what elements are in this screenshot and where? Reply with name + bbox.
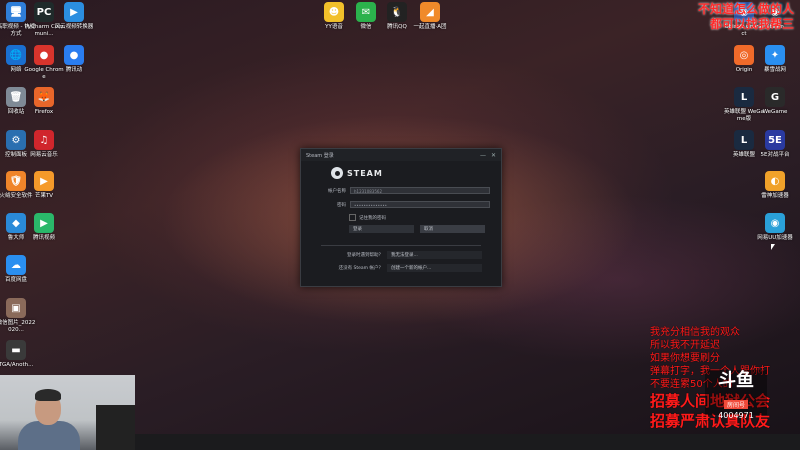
overlay-line: 都可以找我帮三: [709, 17, 794, 31]
desktop-icon-label: TGA/Anoth...: [0, 362, 34, 368]
account-name-input[interactable]: h1231083562: [350, 187, 490, 194]
desktop-app-icon: ☁: [6, 255, 26, 275]
desktop-app-icon: 🦊: [34, 87, 54, 107]
overlay-line: 如果你想要刷分: [650, 353, 720, 364]
password-label: 密码: [337, 202, 346, 208]
desktop-app-icon: 5E: [765, 130, 785, 150]
dialog-title: Steam 登录: [306, 152, 334, 159]
desktop-icon-label: 风云视频转换器: [54, 24, 94, 30]
help-prompt: 登录时遇到帮助？: [347, 253, 383, 258]
desktop-app-icon: ◎: [734, 45, 754, 65]
desktop-app-icon: ✦: [765, 45, 785, 65]
desktop-app-icon: ✉: [356, 2, 376, 22]
desktop-app-icon: PC: [34, 2, 54, 22]
desktop-app-icon: 🛡: [6, 171, 26, 191]
desktop-app-icon: G: [765, 87, 785, 107]
desktop-icon-label: 腾讯视频: [32, 235, 55, 241]
douyu-watermark: 斗鱼 房间号 4004971: [705, 370, 767, 420]
desktop-app-icon: ◆: [6, 213, 26, 233]
douyu-logo: 斗鱼: [718, 370, 754, 391]
desktop-icon-label: 网易云音乐: [30, 152, 58, 158]
account-label: 帐户名称: [328, 188, 346, 194]
desktop-app-icon: ●: [34, 45, 54, 65]
desktop-app-icon: L: [734, 87, 754, 107]
streamer-overlay-top: 不知道怎么做的人 都可以找我帮三: [698, 2, 794, 32]
desktop-icon[interactable]: 5E 5E对战平台: [755, 130, 795, 159]
desktop-icon-label: 暴雪战网: [763, 67, 786, 73]
desktop-icon-label: 网易UU加速器: [757, 235, 793, 241]
desktop-app-icon: ☻: [324, 2, 344, 22]
desktop-icon-label: Firefox: [34, 109, 54, 115]
desktop-icon[interactable]: ☁ 百度网盘: [0, 255, 36, 284]
mouse-cursor-icon: [771, 244, 775, 250]
desktop-icon-label: 腾讯动: [65, 67, 83, 73]
desktop-app-icon: 🐧: [387, 2, 407, 22]
desktop-app-icon: ⚙: [6, 130, 26, 150]
desktop-app-icon: ▶: [34, 171, 54, 191]
desktop-app-icon: 🌐: [6, 45, 26, 65]
desktop-icon[interactable]: ▶ 腾讯视频: [24, 213, 64, 242]
cant-sign-in-button[interactable]: 我无法登录...: [387, 251, 482, 259]
overlay-line: 不知道怎么做的人: [697, 2, 794, 16]
desktop-app-icon: 🗑: [6, 87, 26, 107]
desktop-app-icon: ◉: [765, 213, 785, 233]
desktop-icon-label: 一起直播·A团: [413, 24, 447, 30]
desktop-icon[interactable]: 🦊 Firefox: [24, 87, 64, 116]
overlay-line: 所以我不开延迟: [650, 340, 720, 351]
webcam-person-body: [18, 421, 80, 450]
remember-password-checkbox[interactable]: [349, 214, 356, 221]
desktop-app-icon: ◢: [420, 2, 440, 22]
remember-password-label: 记住我的密码: [359, 215, 386, 221]
steam-wordmark: STEAM: [347, 168, 383, 178]
steam-login-dialog: Steam 登录 — ✕ STEAM 帐户名称 h1231083562 密码 •…: [300, 148, 502, 287]
desktop-app-icon: ▣: [6, 298, 26, 318]
signup-prompt: 还没有 Steam 帐户？: [338, 266, 383, 271]
desktop-icon[interactable]: ● 腾讯动: [54, 45, 94, 74]
webcam-background-monitor: [96, 405, 135, 450]
desktop-icon[interactable]: ◢ 一起直播·A团: [410, 2, 450, 31]
taskbar[interactable]: [135, 434, 800, 450]
desktop-icon[interactable]: ▶ 芒果TV: [24, 171, 64, 200]
login-button[interactable]: 登录: [349, 225, 414, 233]
desktop-icon-label: 芒果TV: [34, 193, 54, 199]
streamer-webcam: [0, 375, 135, 450]
desktop-app-icon: ▬: [6, 340, 26, 360]
desktop-icon[interactable]: ◐ 雷神加速器: [755, 171, 795, 200]
room-tag: 房间号: [723, 400, 748, 409]
desktop-icon[interactable]: ▬ TGA/Anoth...: [0, 340, 36, 369]
dialog-divider: [321, 245, 481, 246]
overlay-line: 我充分相信我的观众: [650, 327, 740, 338]
desktop-icon[interactable]: ◉ 网易UU加速器: [755, 213, 795, 242]
cancel-button[interactable]: 取消: [420, 225, 485, 233]
desktop-icon[interactable]: ▣ 微信图片_2022020...: [0, 298, 36, 334]
desktop-app-icon: ●: [64, 45, 84, 65]
desktop-app-icon: ▶: [64, 2, 84, 22]
desktop-icon-label: 微信图片_2022020...: [0, 320, 36, 333]
desktop-icon-label: 雷神加速器: [761, 193, 789, 199]
desktop-icon-label: 5E对战平台: [760, 152, 790, 158]
create-account-button[interactable]: 创建一个新的帐户...: [387, 264, 482, 272]
steam-logo-icon: [331, 167, 343, 179]
close-icon[interactable]: ✕: [491, 152, 496, 159]
room-id: 4004971: [718, 411, 754, 420]
desktop-icon-label: 百度网盘: [4, 277, 27, 283]
desktop-app-icon: ▶: [34, 213, 54, 233]
desktop-icon[interactable]: ▶ 风云视频转换器: [54, 2, 94, 31]
desktop-icon-label: WeGame: [762, 109, 788, 115]
desktop-icon[interactable]: ✦ 暴雪战网: [755, 45, 795, 74]
desktop-app-icon: ◐: [765, 171, 785, 191]
desktop-app-icon: ♫: [34, 130, 54, 150]
desktop-icon[interactable]: ♫ 网易云音乐: [24, 130, 64, 159]
webcam-person-hair: [35, 389, 61, 401]
desktop-app-icon: L: [734, 130, 754, 150]
dialog-titlebar: Steam 登录 — ✕: [301, 149, 501, 161]
password-input[interactable]: ••••••••••••••: [350, 201, 490, 208]
minimize-icon[interactable]: —: [480, 152, 486, 159]
desktop-app-icon: 🖥: [6, 2, 26, 22]
steam-logo: STEAM: [331, 167, 383, 179]
desktop-icon[interactable]: G WeGame: [755, 87, 795, 116]
